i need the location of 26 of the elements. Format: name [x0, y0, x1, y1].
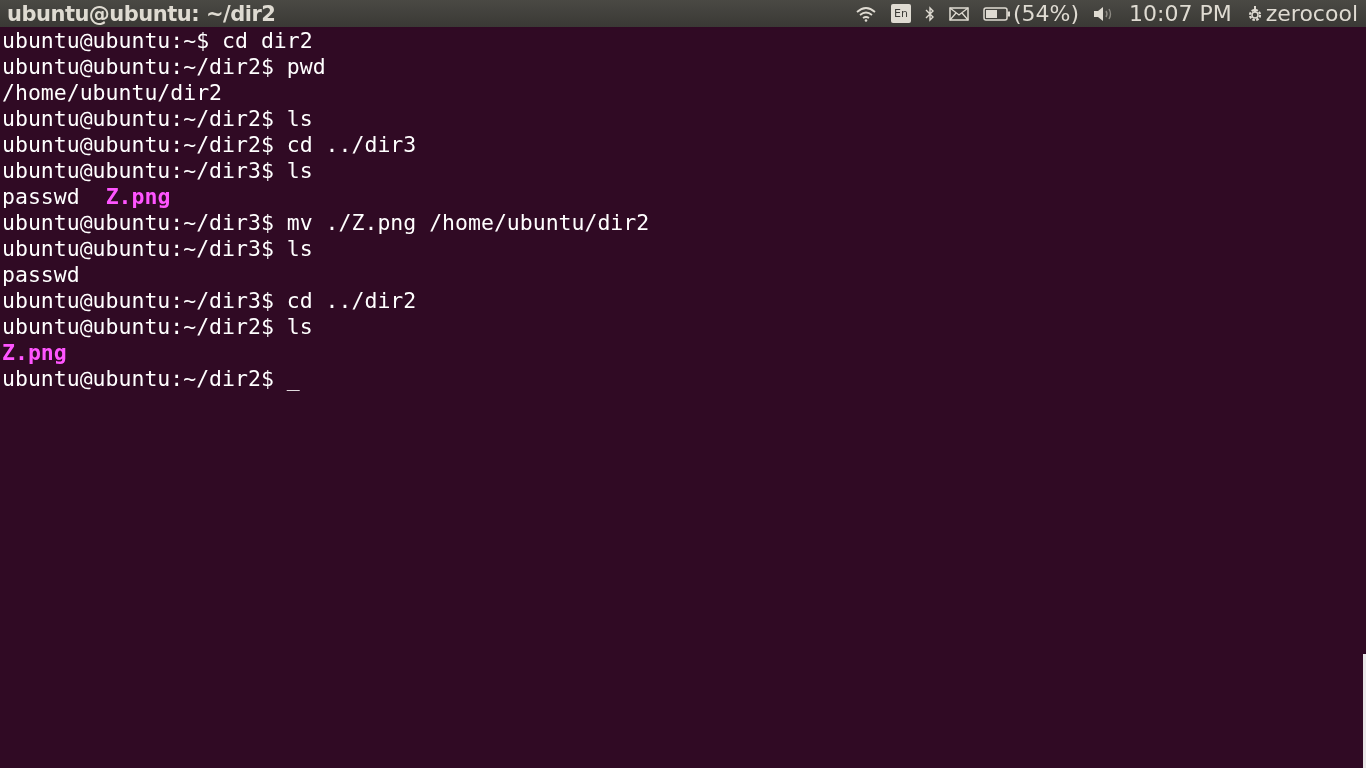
file-name: Z.png: [2, 340, 67, 366]
terminal-text: passwd: [2, 262, 80, 288]
terminal-text: passwd: [2, 184, 80, 210]
battery-icon[interactable]: [983, 6, 1012, 21]
terminal-text: ubuntu@ubuntu:~/dir3$ ls: [2, 158, 313, 184]
mail-icon[interactable]: [949, 6, 970, 21]
terminal-text: ubuntu@ubuntu:~/dir2$ ls: [2, 314, 313, 340]
user-name[interactable]: zerocool: [1265, 1, 1358, 26]
terminal-text: ubuntu@ubuntu:~/dir2$ ls: [2, 106, 313, 132]
terminal-text: ubuntu@ubuntu:~/dir3$ cd ../dir2: [2, 288, 417, 314]
window-title: ubuntu@ubuntu: ~/dir2: [7, 1, 276, 26]
keyboard-layout-indicator[interactable]: En: [891, 4, 912, 23]
terminal-text: /home/ubuntu/dir2: [2, 80, 223, 106]
battery-percentage: (54%): [1013, 1, 1080, 26]
terminal-text: ubuntu@ubuntu:~/dir3$ mv ./Z.png /home/ubuntu/dir2: [2, 210, 650, 236]
wifi-icon[interactable]: [855, 5, 878, 22]
terminal-text: ubuntu@ubuntu:~/dir2$: [2, 366, 274, 392]
bluetooth-icon[interactable]: [925, 4, 936, 23]
clock[interactable]: 10:07 PM: [1129, 1, 1232, 26]
terminal-text: ubuntu@ubuntu:~/dir2$ cd ../dir3: [2, 132, 417, 158]
scrollbar[interactable]: [1363, 654, 1366, 768]
terminal-text: ubuntu@ubuntu:~/dir3$ ls: [2, 236, 313, 262]
terminal-text: ubuntu@ubuntu:~/dir2$ pwd: [2, 54, 326, 80]
text-cursor: _: [286, 366, 300, 392]
file-name: Z.png: [105, 184, 171, 210]
terminal-text: ubuntu@ubuntu:~$ cd dir2: [2, 28, 313, 54]
